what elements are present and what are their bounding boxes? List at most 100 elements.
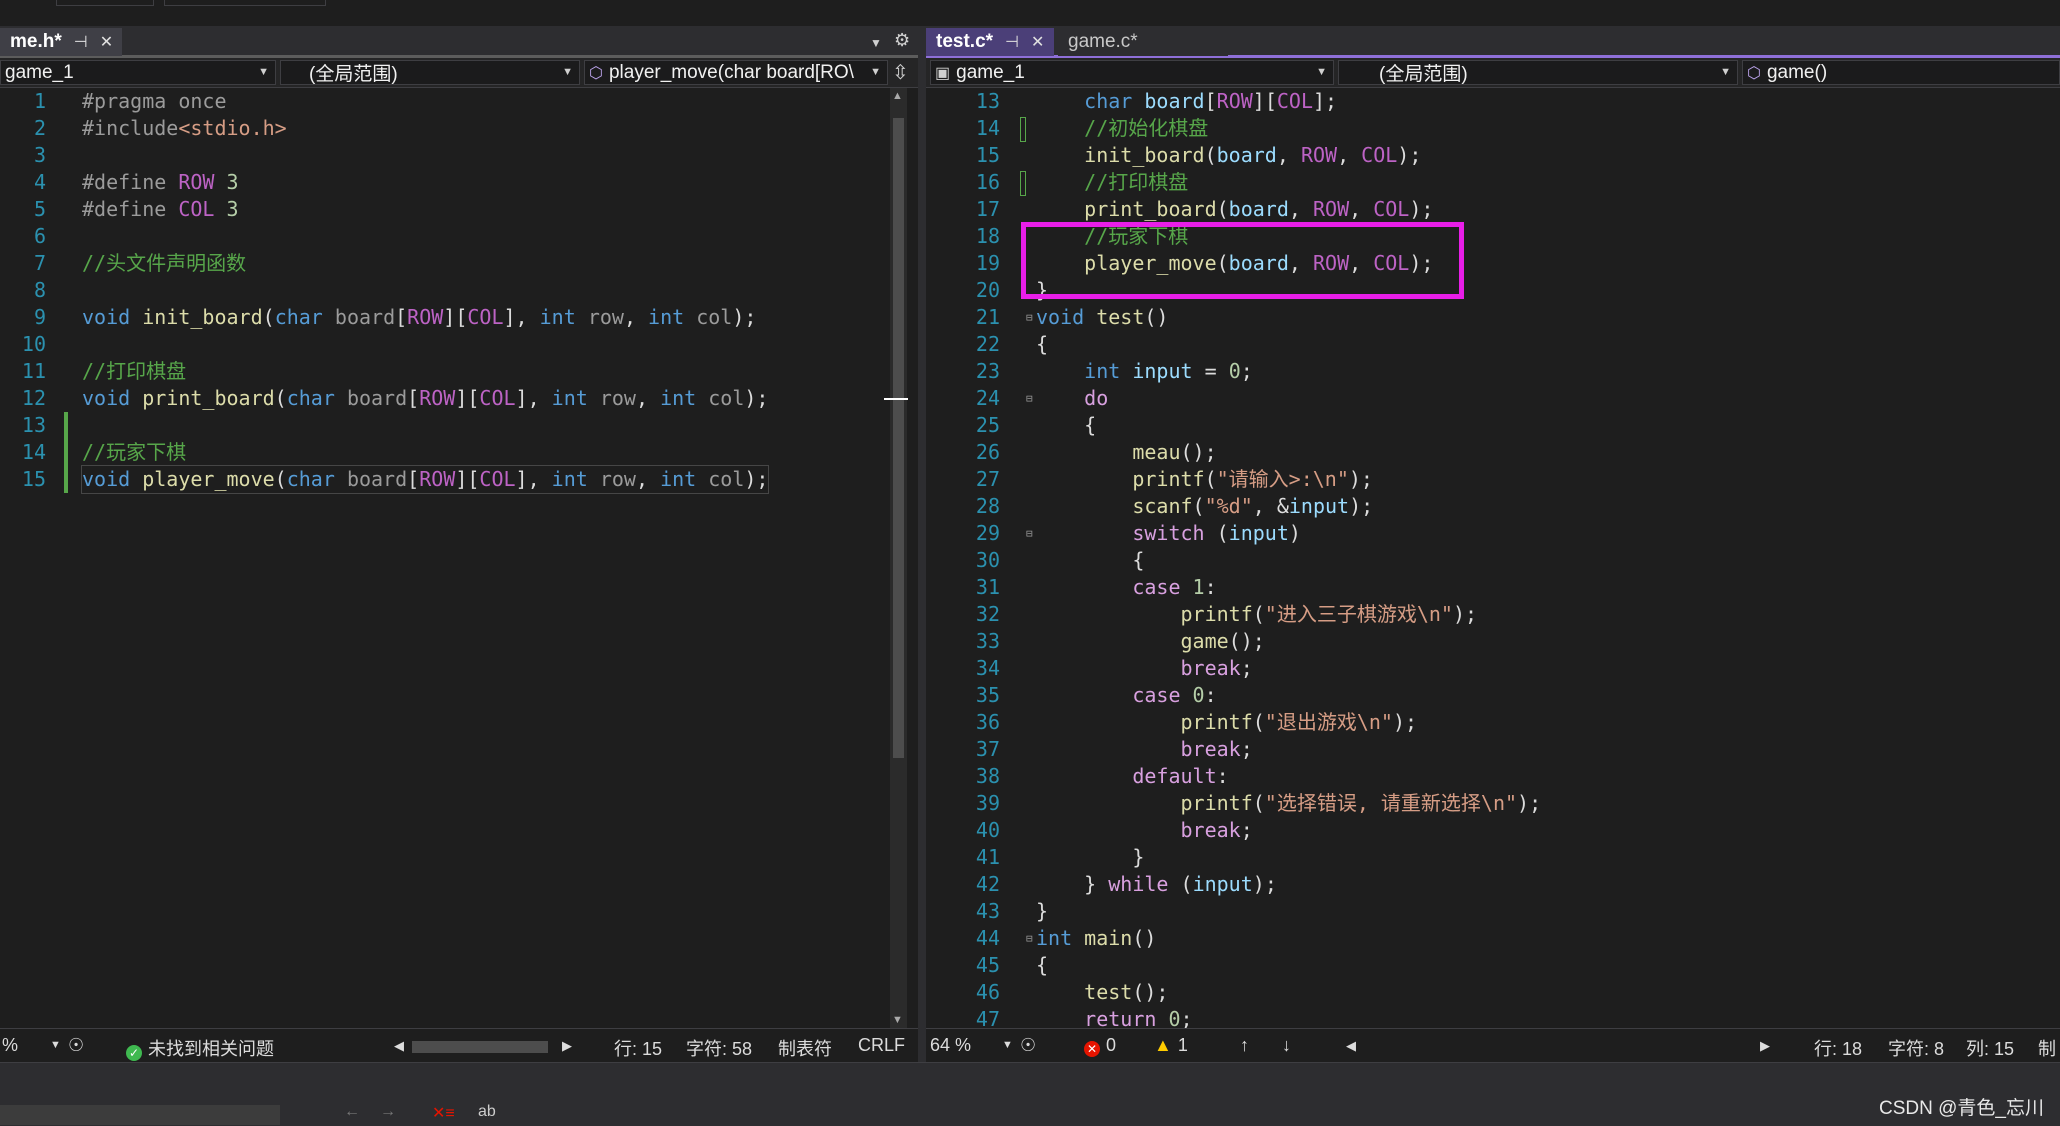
code-line[interactable]: 9 void init_board(char board[ROW][COL], i…	[0, 304, 918, 331]
code-line[interactable]: 3	[0, 142, 918, 169]
code-line[interactable]: 23 int input = 0;	[926, 358, 2060, 385]
scroll-left-icon[interactable]: ◀	[394, 1038, 404, 1054]
scope-dropdown[interactable]: (全局范围) ▼	[280, 60, 580, 85]
scroll-up-icon[interactable]: ▲	[892, 90, 903, 102]
code-line[interactable]: 15 init_board(board, ROW, COL);	[926, 142, 2060, 169]
code-line[interactable]: 30 {	[926, 547, 2060, 574]
split-editor-icon[interactable]: ⇳	[892, 60, 909, 85]
member-dropdown[interactable]: ⬡ player_move(char board[RO\ ▼	[584, 60, 888, 85]
code-line[interactable]: 14 //玩家下棋	[0, 439, 918, 466]
code-line[interactable]: 16 //打印棋盘	[926, 169, 2060, 196]
code-line[interactable]: 8	[0, 277, 918, 304]
scrollbar-thumb[interactable]	[893, 118, 904, 758]
code-line[interactable]: 10	[0, 331, 918, 358]
warning-count[interactable]: ▲ 1	[1154, 1035, 1188, 1056]
pin-icon[interactable]: ⊣	[74, 32, 88, 52]
code-line[interactable]: 2 #include<stdio.h>	[0, 115, 918, 142]
code-line[interactable]: 24 do ⊟	[926, 385, 2060, 412]
code-line[interactable]: 44 int main() ⊟	[926, 925, 2060, 952]
code-line[interactable]: 15 void player_move(char board[ROW][COL],…	[0, 465, 918, 494]
code-line[interactable]: 4 #define ROW 3	[0, 169, 918, 196]
arrow-down-icon[interactable]: ↓	[1282, 1035, 1291, 1056]
bottom-search-box[interactable]	[0, 1105, 280, 1125]
code-line[interactable]: 21 void test() ⊟	[926, 304, 2060, 331]
code-line[interactable]: 26 meau();	[926, 439, 2060, 466]
code-line[interactable]: 25 {	[926, 412, 2060, 439]
error-count[interactable]: ✕ 0	[1084, 1035, 1116, 1057]
scroll-down-icon[interactable]: ▼	[892, 1014, 903, 1026]
project-dropdown[interactable]: game_1 ▼	[0, 60, 276, 85]
code-line[interactable]: 22 {	[926, 331, 2060, 358]
code-line[interactable]: 6	[0, 223, 918, 250]
line-indicator[interactable]: 行: 18	[1814, 1035, 1862, 1061]
code-line[interactable]: 42 } while (input);	[926, 871, 2060, 898]
tabs-indicator[interactable]: 制表符	[778, 1035, 832, 1061]
pane-splitter[interactable]	[918, 26, 926, 1062]
nav-back-icon[interactable]: ←	[344, 1103, 360, 1121]
code-line[interactable]: 38 default:	[926, 763, 2060, 790]
eol-indicator[interactable]: CRLF	[858, 1035, 905, 1056]
member-dropdown[interactable]: ⬡ game()	[1742, 60, 2060, 85]
code-line[interactable]: 33 game();	[926, 628, 2060, 655]
gear-icon[interactable]: ⚙	[894, 30, 910, 51]
code-line[interactable]: 32 printf("进入三子棋游戏\n");	[926, 601, 2060, 628]
tab-game-c[interactable]: game.c*	[1058, 28, 1228, 56]
intellicode-icon[interactable]: ☉	[1020, 1035, 1036, 1056]
scroll-right-icon[interactable]: ▶	[562, 1038, 572, 1054]
code-line[interactable]: 14 //初始化棋盘	[926, 115, 2060, 142]
code-line[interactable]: 28 scanf("%d", &input);	[926, 493, 2060, 520]
clear-errors-icon[interactable]: ✕≡	[432, 1103, 455, 1123]
left-code-editor[interactable]: 1 #pragma once 2 #include<stdio.h> 3 4 #define…	[0, 88, 918, 1028]
tab-dropdown-icon[interactable]: ▼	[870, 36, 882, 50]
char-indicator[interactable]: 字符: 58	[686, 1035, 752, 1061]
fold-toggle-icon[interactable]: ⊟	[1026, 385, 1033, 412]
chevron-down-icon[interactable]: ▼	[1002, 1039, 1013, 1051]
intellicode-icon[interactable]: ☉	[68, 1035, 84, 1056]
fold-toggle-icon[interactable]: ⊟	[1026, 925, 1033, 952]
left-vertical-scrollbar[interactable]: ▲ ▼	[884, 88, 908, 1028]
code-line[interactable]: 40 break;	[926, 817, 2060, 844]
tab-test-c[interactable]: test.c* ⊣ ✕	[926, 28, 1054, 56]
code-line[interactable]: 43}	[926, 898, 2060, 925]
chevron-down-icon[interactable]: ▼	[50, 1039, 61, 1051]
close-icon[interactable]: ✕	[100, 32, 113, 52]
code-line[interactable]: 46 test();	[926, 979, 2060, 1006]
code-line[interactable]: 13	[0, 412, 918, 439]
scroll-right-icon[interactable]: ▶	[1760, 1038, 1770, 1054]
zoom-level[interactable]: 64 %	[930, 1035, 971, 1056]
close-icon[interactable]: ✕	[1031, 32, 1044, 52]
scope-dropdown[interactable]: (全局范围) ▼	[1338, 60, 1738, 85]
scroll-left-icon[interactable]: ◀	[1346, 1038, 1356, 1054]
code-line[interactable]: 45 {	[926, 952, 2060, 979]
code-line[interactable]: 35 case 0:	[926, 682, 2060, 709]
code-line[interactable]: 29 switch (input) ⊟	[926, 520, 2060, 547]
fold-toggle-icon[interactable]: ⊟	[1026, 520, 1033, 547]
tab-game-h[interactable]: me.h* ⊣ ✕	[0, 28, 122, 56]
code-line[interactable]: 37 break;	[926, 736, 2060, 763]
code-line[interactable]: 5 #define COL 3	[0, 196, 918, 223]
code-line[interactable]: 27 printf("请输入>:\n");	[926, 466, 2060, 493]
fold-toggle-icon[interactable]: ⊟	[1026, 304, 1033, 331]
code-line[interactable]: 34 break;	[926, 655, 2060, 682]
char-indicator[interactable]: 字符: 8	[1888, 1035, 1944, 1061]
code-line[interactable]: 36 printf("退出游戏\n");	[926, 709, 2060, 736]
line-indicator[interactable]: 行: 15	[614, 1035, 662, 1061]
col-indicator[interactable]: 列: 15	[1966, 1035, 2014, 1061]
tabs-indicator[interactable]: 制	[2038, 1035, 2056, 1061]
code-line[interactable]: 1 #pragma once	[0, 88, 918, 115]
horizontal-scrollbar-thumb[interactable]	[412, 1041, 548, 1053]
nav-forward-icon[interactable]: →	[380, 1103, 396, 1121]
issues-status[interactable]: ✓ 未找到相关问题	[126, 1035, 274, 1061]
zoom-level[interactable]: %	[2, 1035, 18, 1056]
project-dropdown[interactable]: ▣ game_1 ▼	[930, 60, 1334, 85]
code-line[interactable]: 47 return 0;	[926, 1006, 2060, 1028]
code-line[interactable]: 13 char board[ROW][COL];	[926, 88, 2060, 115]
code-line[interactable]: 12 void print_board(char board[ROW][COL],…	[0, 385, 918, 412]
code-line[interactable]: 41 }	[926, 844, 2060, 871]
code-line[interactable]: 7 //头文件声明函数	[0, 250, 918, 277]
code-line[interactable]: 17 print_board(board, ROW, COL);	[926, 196, 2060, 223]
pin-icon[interactable]: ⊣	[1005, 32, 1019, 52]
code-line[interactable]: 39 printf("选择错误, 请重新选择\n");	[926, 790, 2060, 817]
code-line[interactable]: 31 case 1:	[926, 574, 2060, 601]
word-wrap-icon[interactable]: ab	[478, 1103, 496, 1121]
